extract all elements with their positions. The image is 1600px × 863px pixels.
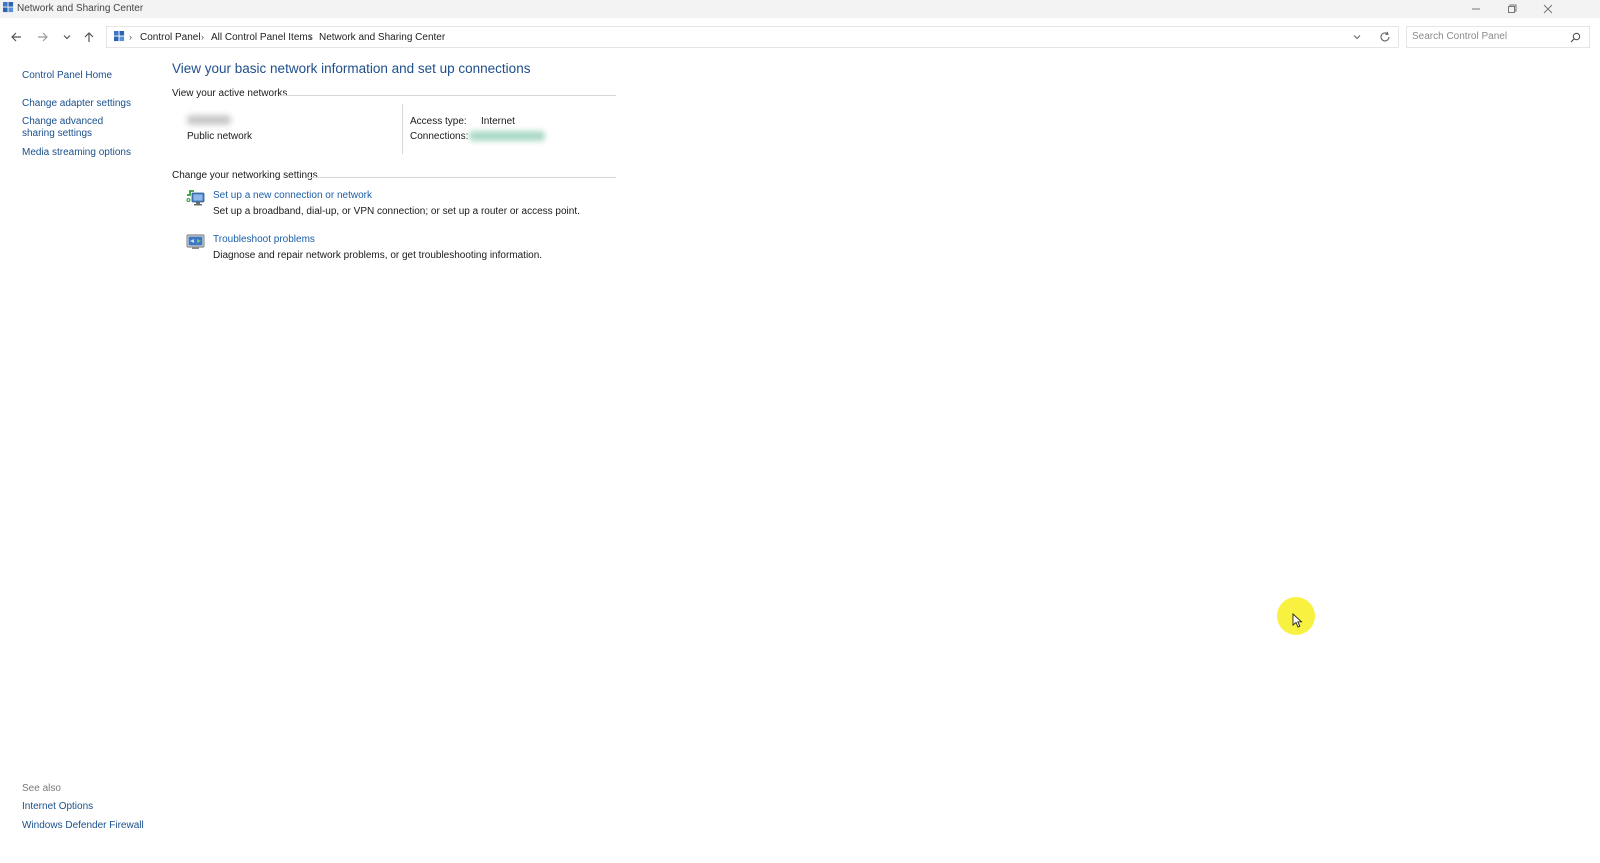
- sidebar-item-control-panel-home[interactable]: Control Panel Home: [22, 70, 112, 82]
- new-connection-description: Set up a broadband, dial-up, or VPN conn…: [213, 206, 580, 217]
- new-connection-icon: [186, 190, 205, 206]
- section-divider: [280, 95, 616, 96]
- access-type-label: Access type:: [410, 116, 467, 127]
- connections-label: Connections:: [410, 131, 469, 142]
- breadcrumb-all-control-panel-items[interactable]: All Control Panel Items: [211, 32, 313, 43]
- title-bar: Network and Sharing Center: [0, 0, 1600, 18]
- change-settings-label: Change your networking settings: [172, 170, 318, 181]
- minimize-button[interactable]: [1458, 0, 1494, 18]
- window-title: Network and Sharing Center: [17, 3, 144, 14]
- refresh-button[interactable]: [1379, 31, 1393, 45]
- control-panel-icon: [3, 2, 14, 13]
- mouse-pointer-icon: [1292, 613, 1303, 628]
- close-icon: [1543, 4, 1553, 14]
- troubleshoot-icon: [186, 234, 205, 249]
- section-divider: [307, 177, 616, 178]
- breadcrumb-separator: ›: [201, 32, 204, 42]
- address-bar[interactable]: › Control Panel › All Control Panel Item…: [106, 26, 1399, 48]
- up-button[interactable]: [80, 28, 98, 46]
- forward-button[interactable]: [34, 28, 52, 46]
- sidebar-item-media-streaming-options[interactable]: Media streaming options: [22, 147, 131, 159]
- search-icon[interactable]: [1570, 32, 1581, 43]
- restore-icon: [1508, 4, 1517, 13]
- sidebar-item-change-advanced-sharing-settings[interactable]: Change advanced sharing settings: [22, 116, 134, 140]
- see-also-windows-defender-firewall[interactable]: Windows Defender Firewall: [22, 820, 144, 832]
- address-dropdown-button[interactable]: [1352, 32, 1364, 44]
- access-type-value: Internet: [481, 116, 515, 127]
- breadcrumb-separator: ›: [129, 32, 132, 42]
- control-panel-icon: [114, 31, 125, 42]
- chevron-down-icon: [63, 35, 71, 40]
- troubleshoot-link[interactable]: Troubleshoot problems: [213, 234, 315, 245]
- chevron-down-icon: [1353, 35, 1361, 40]
- back-button[interactable]: [7, 28, 25, 46]
- connection-link-redacted[interactable]: [469, 131, 545, 141]
- navigation-bar: › Control Panel › All Control Panel Item…: [0, 22, 1600, 52]
- new-connection-link[interactable]: Set up a new connection or network: [213, 190, 372, 201]
- search-box[interactable]: [1406, 26, 1590, 48]
- close-button[interactable]: [1530, 0, 1566, 18]
- page-title: View your basic network information and …: [172, 61, 531, 76]
- recent-locations-button[interactable]: [58, 28, 76, 46]
- see-also-internet-options[interactable]: Internet Options: [22, 801, 93, 813]
- breadcrumb-control-panel[interactable]: Control Panel: [140, 32, 201, 43]
- up-arrow-icon: [84, 32, 94, 42]
- active-networks-label: View your active networks: [172, 88, 288, 99]
- restore-button[interactable]: [1494, 0, 1530, 18]
- back-arrow-icon: [11, 32, 21, 42]
- see-also-label: See also: [22, 783, 61, 794]
- vertical-divider: [402, 104, 403, 154]
- breadcrumb-separator: ›: [309, 32, 312, 42]
- minimize-icon: [1472, 8, 1480, 10]
- refresh-icon: [1380, 31, 1390, 42]
- troubleshoot-description: Diagnose and repair network problems, or…: [213, 250, 543, 261]
- sidebar-item-change-adapter-settings[interactable]: Change adapter settings: [22, 98, 131, 110]
- breadcrumb-network-and-sharing-center[interactable]: Network and Sharing Center: [319, 32, 445, 43]
- network-category-link[interactable]: Public network: [187, 131, 252, 142]
- forward-arrow-icon: [38, 32, 48, 42]
- network-name-redacted: [187, 115, 231, 125]
- search-input[interactable]: [1412, 31, 1562, 42]
